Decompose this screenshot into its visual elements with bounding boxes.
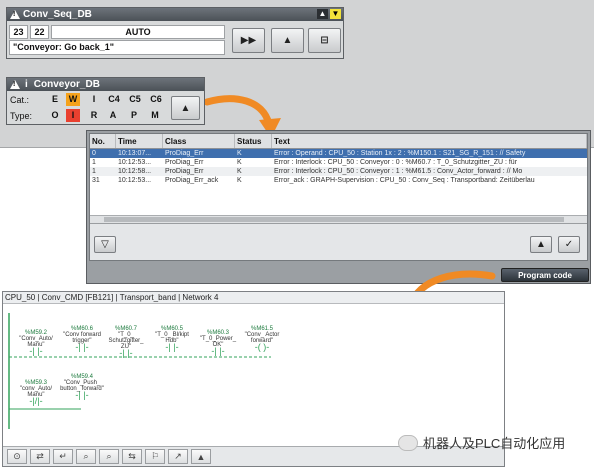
warning-icon xyxy=(10,10,20,19)
breadcrumb: CPU_50 | Conv_CMD [FB121] | Transport_ba… xyxy=(3,292,504,304)
acknowledge-icon: ✓ xyxy=(564,239,574,250)
filter-button[interactable]: ▽ xyxy=(94,236,116,253)
diagnostic-button[interactable]: ⊟ xyxy=(308,28,341,53)
step-forward-icon: ▶▶ xyxy=(240,35,257,46)
cat-c6: C6 xyxy=(150,94,162,104)
conveyor-title: Conveyor_DB xyxy=(33,79,100,90)
warning-icon xyxy=(10,80,20,89)
conveyor-faceplate: i Conveyor_DB Cat.: Type: E W I C4 C5 C6… xyxy=(6,77,205,125)
step-number-next: 22 xyxy=(30,25,49,39)
horizontal-scrollbar[interactable] xyxy=(90,215,587,223)
warning-icon: ▲ xyxy=(282,35,293,46)
type-o: O xyxy=(51,110,59,120)
alarm-icon[interactable]: ▲ xyxy=(191,449,211,464)
flag-icon[interactable]: ⚐ xyxy=(145,449,165,464)
jump-icon[interactable]: ↗ xyxy=(168,449,188,464)
contact-row2-2[interactable]: %M59.4 "Conv_Push_ button_ forward" -| |… xyxy=(55,374,109,400)
alarm-view-button[interactable]: ▲ xyxy=(171,96,200,120)
ladder-diagram xyxy=(8,313,271,429)
table-row[interactable]: 31 10:12:53... ProDiag_Err_ack K Error_a… xyxy=(90,176,587,185)
step-forward-button[interactable]: ▶▶ xyxy=(232,28,265,53)
contact-1[interactable]: %M59.2 "Conv_Auto/ Manu" -| |- xyxy=(13,330,59,356)
conv-seq-title: Conv_Seq_DB xyxy=(23,9,92,20)
coil-actor-forward[interactable]: %M61.5 "Conv_ Actor forward" -( )- xyxy=(239,326,285,352)
step-number-current: 23 xyxy=(9,25,28,39)
return-icon[interactable]: ↵ xyxy=(53,449,73,464)
zoom-in-icon[interactable]: ⌕ xyxy=(76,449,96,464)
warning-view-button[interactable]: ▲ xyxy=(271,28,304,53)
cat-i: I xyxy=(92,94,96,104)
pin-icon[interactable]: ▲ xyxy=(317,9,328,19)
cat-c5: C5 xyxy=(129,94,141,104)
cat-w: W xyxy=(66,93,80,106)
type-label: Type: xyxy=(10,111,33,121)
col-status[interactable]: Status xyxy=(235,134,272,148)
cross-reference-icon[interactable]: ⇆ xyxy=(122,449,142,464)
alarm-table-body: 0 10:13:07... ProDiag_Err K Error : Oper… xyxy=(90,149,587,224)
watermark-text: 机器人及PLC自动化应用 xyxy=(423,436,566,451)
contact-4[interactable]: %M60.5 "T_0_ Bl/kipt Hdb" -| |- xyxy=(149,326,195,352)
type-i: I xyxy=(66,109,80,122)
wechat-icon xyxy=(398,434,418,451)
table-row[interactable]: 1 10:12:53... ProDiag_Err K Error : Inte… xyxy=(90,158,587,167)
filter-icon: ▽ xyxy=(101,239,109,250)
col-text[interactable]: Text xyxy=(272,134,587,148)
watermark: 机器人及PLC自动化应用 xyxy=(398,433,565,452)
col-no[interactable]: No. xyxy=(90,134,116,148)
info-icon: ▲ xyxy=(536,239,546,250)
cat-e: E xyxy=(51,94,58,104)
contact-3[interactable]: %M60.7 "T_0_ Schutzgitter_ ZU" -| |- xyxy=(103,326,149,358)
diagnostic-icon: ⊟ xyxy=(320,35,329,46)
monitor-icon[interactable]: ⊙ xyxy=(7,449,27,464)
alarm-panel: No. Time Class Status Text 0 10:13:07...… xyxy=(89,133,588,261)
type-a: A xyxy=(109,110,117,120)
conv-seq-title-bar: Conv_Seq_DB ▲ ▼ xyxy=(7,8,343,21)
minimize-icon[interactable]: ▼ xyxy=(330,9,341,19)
alarm-table-header: No. Time Class Status Text xyxy=(90,134,587,149)
cat-c4: C4 xyxy=(108,94,120,104)
program-code-button[interactable]: Program code xyxy=(501,268,589,282)
col-time[interactable]: Time xyxy=(116,134,163,148)
conveyor-title-bar: i Conveyor_DB xyxy=(7,78,204,91)
zoom-out-icon[interactable]: ⌕ xyxy=(99,449,119,464)
category-label: Cat.: xyxy=(10,95,30,105)
mode-display: AUTO xyxy=(51,25,225,39)
navigate-icon[interactable]: ⇄ xyxy=(30,449,50,464)
type-m: M xyxy=(151,110,159,120)
table-row[interactable]: 0 10:13:07... ProDiag_Err K Error : Oper… xyxy=(90,149,587,158)
acknowledge-button[interactable]: ✓ xyxy=(558,236,580,253)
warning-icon: ▲ xyxy=(180,102,191,114)
type-p: P xyxy=(130,110,137,120)
info-icon: i xyxy=(25,79,28,90)
type-r: R xyxy=(90,110,98,120)
alarm-window: No. Time Class Status Text 0 10:13:07...… xyxy=(86,130,591,284)
contact-5[interactable]: %M60.3 "T_0_Power_ OK" -| |- xyxy=(195,330,241,356)
info-button[interactable]: ▲ xyxy=(530,236,552,253)
step-message: "Conveyor: Go back_1" xyxy=(9,40,225,55)
contact-row2-1[interactable]: %M59.3 "conv_Auto/ Manu" -|/|- xyxy=(13,380,59,406)
col-class[interactable]: Class xyxy=(163,134,235,148)
conv-seq-faceplate: Conv_Seq_DB ▲ ▼ 23 22 AUTO "Conveyor: Go… xyxy=(6,7,344,59)
contact-2[interactable]: %M60.6 "Conv forward trigger" -| |- xyxy=(59,326,105,352)
table-row[interactable]: 1 10:12:58... ProDiag_Err K Error : Inte… xyxy=(90,167,587,176)
